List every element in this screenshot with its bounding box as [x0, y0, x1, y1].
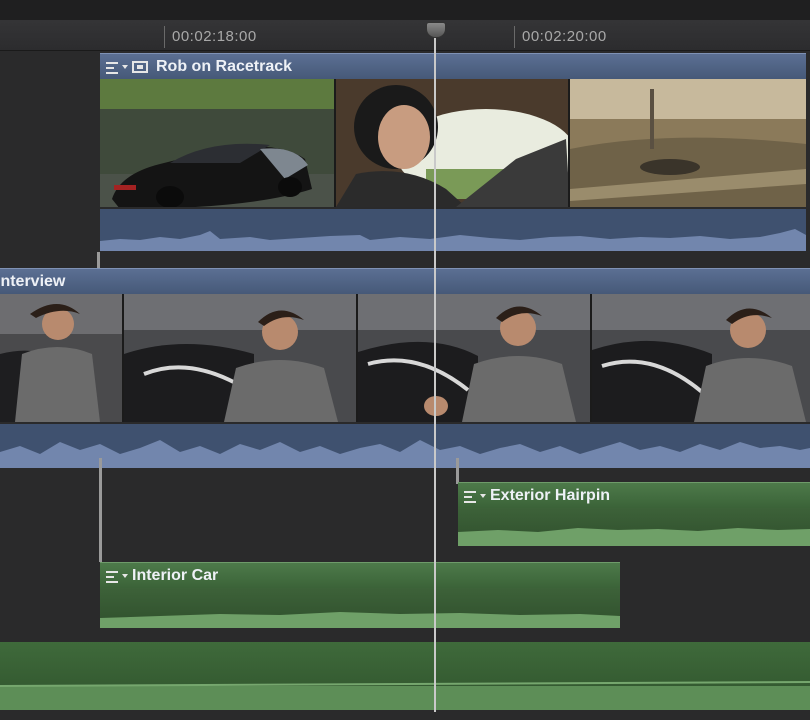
ruler-timecode-1: 00:02:18:00	[172, 28, 257, 45]
waveform-graphic	[458, 528, 810, 546]
rob-audio-waveform[interactable]	[100, 209, 806, 251]
playhead[interactable]	[434, 22, 436, 712]
thumbnail-interview-3	[358, 294, 592, 422]
thumbnail-interview-2	[124, 294, 358, 422]
waveform-graphic	[0, 440, 810, 468]
ruler-tick	[514, 26, 515, 48]
clip-interior-car[interactable]: Interior Car	[100, 562, 620, 588]
clip-interview[interactable]: Interview	[0, 268, 810, 294]
video-clip-icon	[132, 60, 148, 73]
clip-rob-on-racetrack[interactable]: Rob on Racetrack	[100, 53, 806, 79]
clip-title: Rob on Racetrack	[156, 57, 293, 75]
thumbnail-interview-4	[592, 294, 810, 422]
waveform-graphic	[100, 229, 806, 251]
clip-exterior-hairpin[interactable]: Exterior Hairpin	[458, 482, 810, 508]
waveform-graphic	[0, 681, 810, 710]
rob-filmstrip[interactable]	[100, 79, 806, 207]
music-track[interactable]	[0, 642, 810, 710]
connection-line	[456, 458, 459, 484]
clip-menu-icon[interactable]	[464, 489, 486, 503]
playhead-icon[interactable]	[426, 22, 446, 38]
timeline-ruler[interactable]: 00:02:18:00 00:02:20:00	[0, 0, 810, 51]
clip-menu-icon[interactable]	[106, 60, 128, 74]
interview-audio-waveform[interactable]	[0, 424, 810, 468]
thumbnail-track	[570, 79, 806, 207]
clip-menu-icon[interactable]	[106, 569, 128, 583]
thumbnail-driver	[336, 79, 570, 207]
ruler-tick	[164, 26, 165, 48]
exterior-hairpin-waveform[interactable]	[458, 508, 810, 546]
connection-line	[99, 458, 102, 562]
clip-title: Interview	[0, 272, 66, 290]
interior-car-waveform[interactable]	[100, 588, 620, 628]
thumbnail-interview-1	[0, 294, 124, 422]
ruler-top-band	[0, 0, 810, 20]
clip-title: Interior Car	[132, 566, 219, 584]
waveform-graphic	[100, 612, 620, 628]
clip-title: Exterior Hairpin	[490, 486, 611, 504]
interview-filmstrip[interactable]	[0, 294, 810, 422]
thumbnail-car	[100, 79, 336, 207]
ruler-timecode-2: 00:02:20:00	[522, 28, 607, 45]
